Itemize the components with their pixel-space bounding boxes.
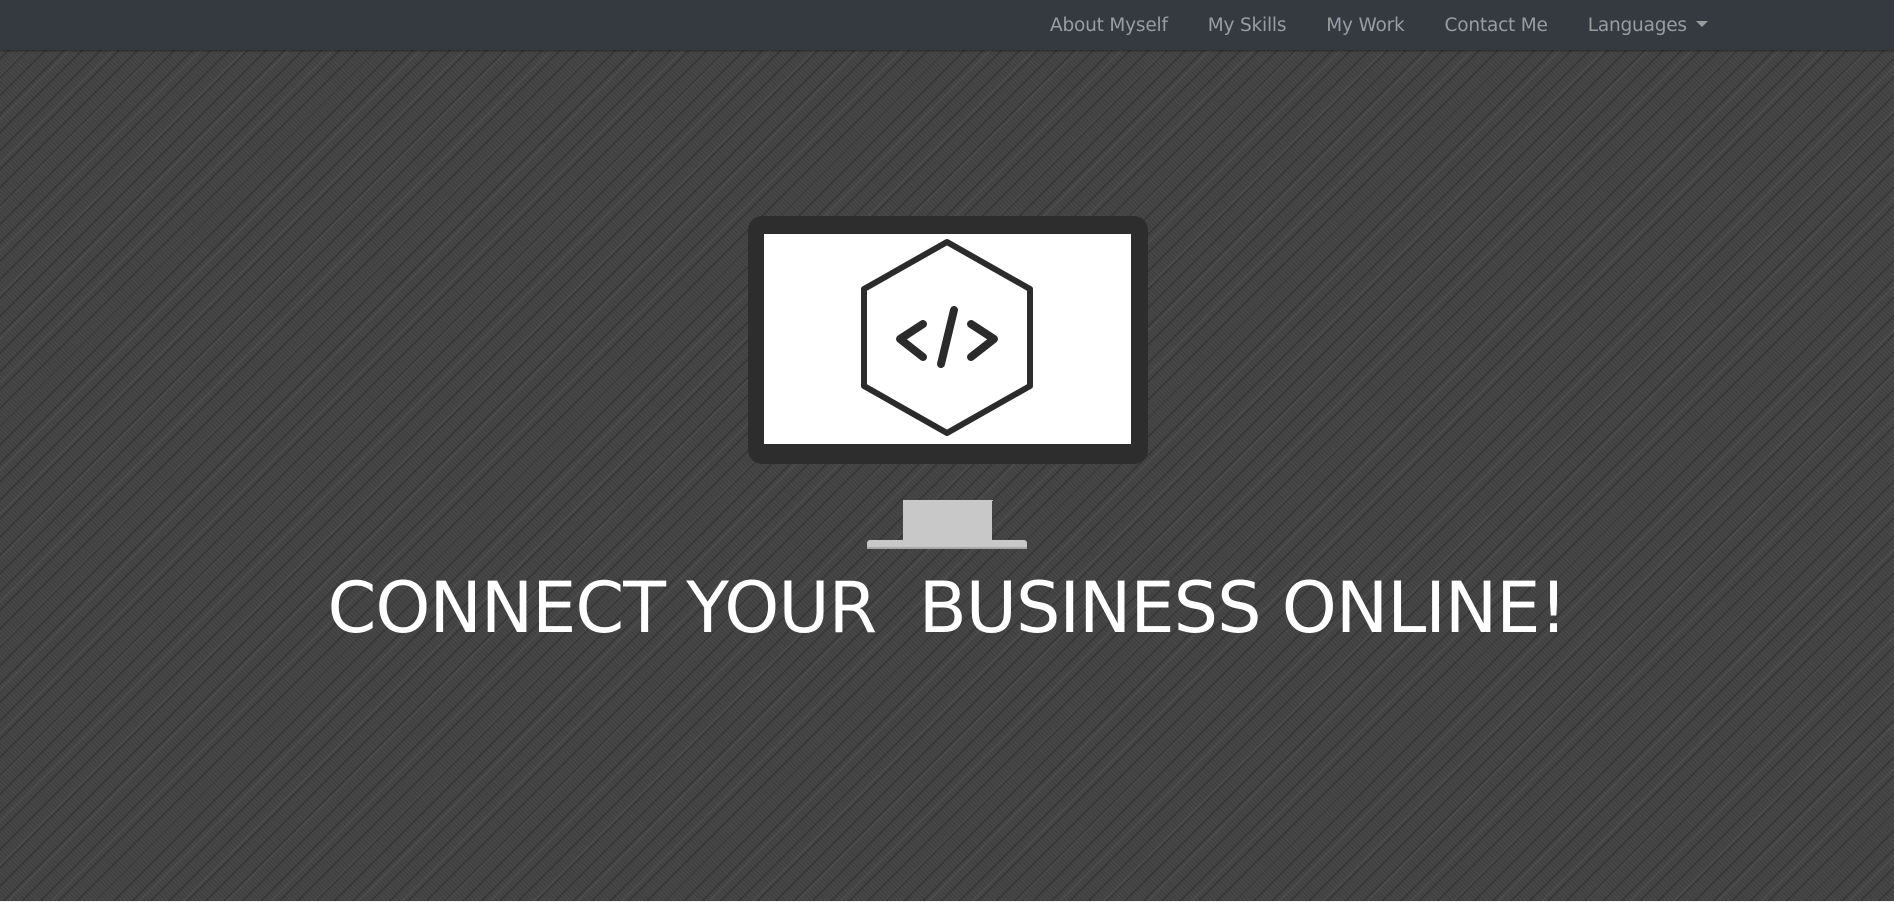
nav-menu: About Myself My Skills My Work Contact M… xyxy=(1030,0,1728,50)
top-navbar: About Myself My Skills My Work Contact M… xyxy=(0,0,1894,50)
caret-down-icon xyxy=(1695,21,1708,27)
nav-link-work[interactable]: My Work xyxy=(1306,15,1424,36)
nav-link-contact[interactable]: Contact Me xyxy=(1425,15,1568,36)
languages-label: Languages xyxy=(1587,14,1687,36)
nav-item-languages: Languages xyxy=(1568,15,1728,36)
nav-item-work: My Work xyxy=(1306,15,1424,36)
nav-link-about[interactable]: About Myself xyxy=(1030,15,1188,36)
monitor-illustration xyxy=(748,216,1148,501)
monitor-stand-illustration xyxy=(867,500,1027,549)
languages-dropdown-toggle[interactable]: Languages xyxy=(1568,15,1728,36)
nav-item-about: About Myself xyxy=(1030,15,1188,36)
nav-item-skills: My Skills xyxy=(1188,15,1307,36)
hero-headline: CONNECT YOUR BUSINESS ONLINE! xyxy=(327,567,1567,649)
nav-item-contact: Contact Me xyxy=(1425,15,1568,36)
nav-link-skills[interactable]: My Skills xyxy=(1188,15,1307,36)
